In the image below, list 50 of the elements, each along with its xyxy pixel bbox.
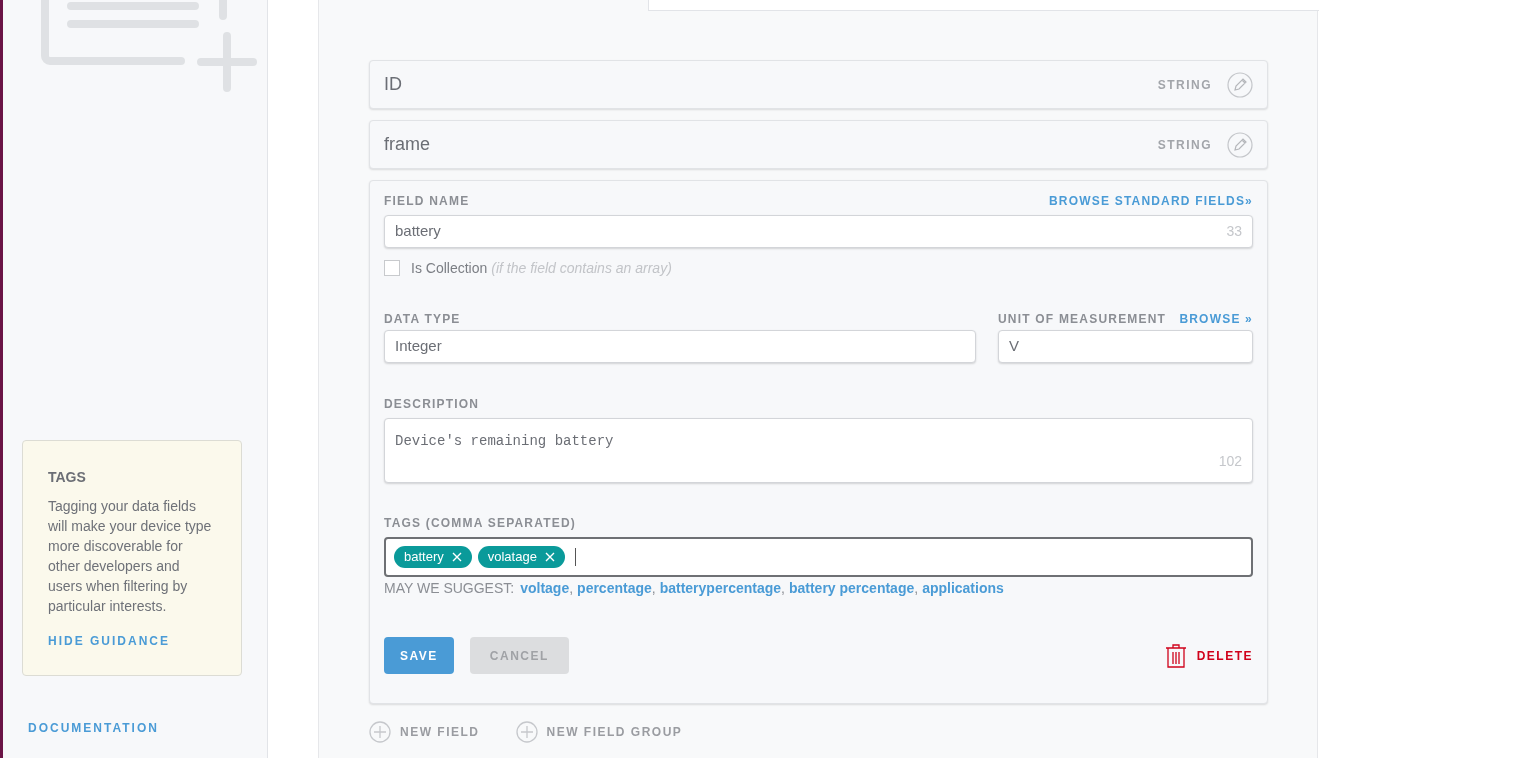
suggest-label: MAY WE SUGGEST: — [384, 579, 515, 598]
plus-circle-icon — [369, 721, 391, 743]
data-type-label: DATA TYPE — [384, 311, 462, 327]
is-collection-checkbox[interactable] — [384, 260, 400, 276]
character-count: 33 — [1226, 222, 1242, 241]
field-name-input[interactable]: battery 33 — [384, 215, 1253, 248]
unit-input[interactable]: V — [998, 330, 1253, 363]
plus-circle-icon — [515, 721, 538, 743]
edit-pencil-icon[interactable] — [1227, 71, 1253, 98]
separator: , — [781, 579, 785, 598]
field-row[interactable]: ID STRING — [369, 60, 1268, 109]
save-button[interactable]: SAVE — [384, 637, 454, 674]
field-type: STRING — [1157, 136, 1212, 154]
separator: , — [914, 579, 919, 598]
add-action-button[interactable]: NEW FIELD GROUP — [515, 721, 683, 743]
delete-button[interactable]: DELETE — [1164, 643, 1253, 668]
field-row[interactable]: frame STRING — [369, 120, 1268, 169]
edit-pencil-icon[interactable] — [1227, 131, 1253, 158]
suggestion-link[interactable]: battery percentage — [788, 578, 915, 598]
browse-standard-fields-link[interactable]: BROWSE STANDARD FIELDS» — [1048, 193, 1253, 209]
tags-label: TAGS (COMMA SEPARATED) — [384, 515, 577, 531]
separator: , — [569, 579, 574, 598]
guidance-title: TAGS — [48, 468, 87, 487]
remove-tag-icon[interactable] — [544, 552, 555, 562]
tag-chip: volatage — [477, 546, 565, 568]
trash-icon — [1164, 643, 1187, 668]
browse-units-link[interactable]: BROWSE » — [1179, 311, 1253, 327]
tag-chip: battery — [394, 546, 472, 568]
separator: , — [651, 579, 656, 598]
guidance-text: Tagging your data fields will make your device type more discoverable for other developers and users when filtering by particular interests. — [48, 497, 213, 616]
is-collection-label: Is Collection — [411, 259, 488, 278]
description-textarea[interactable]: Device's remaining battery 102 — [384, 418, 1253, 483]
hide-guidance-link[interactable]: HIDE GUIDANCE — [48, 632, 216, 650]
suggestion-link[interactable]: voltage — [520, 578, 570, 598]
field-type: STRING — [1157, 76, 1212, 94]
field-name: ID — [384, 73, 403, 96]
suggestion-link[interactable]: percentage — [577, 578, 652, 598]
data-type-select[interactable]: Integer — [384, 330, 976, 363]
description-label: DESCRIPTION — [384, 396, 481, 412]
remove-tag-icon[interactable] — [451, 552, 462, 562]
add-action-button[interactable]: NEW FIELD — [369, 721, 480, 743]
field-name: frame — [384, 133, 431, 156]
suggestion-link[interactable]: batterypercentage — [659, 578, 782, 598]
tags-input[interactable]: battery volatage — [384, 537, 1253, 577]
character-count: 102 — [1218, 452, 1242, 471]
field-name-label: FIELD NAME — [384, 193, 470, 209]
suggestion-link[interactable]: applications — [922, 578, 1004, 598]
unit-label: UNIT OF MEASUREMENT — [998, 311, 1167, 327]
documentation-heading: DOCUMENTATION — [28, 720, 159, 737]
cancel-button[interactable]: CANCEL — [469, 637, 569, 674]
